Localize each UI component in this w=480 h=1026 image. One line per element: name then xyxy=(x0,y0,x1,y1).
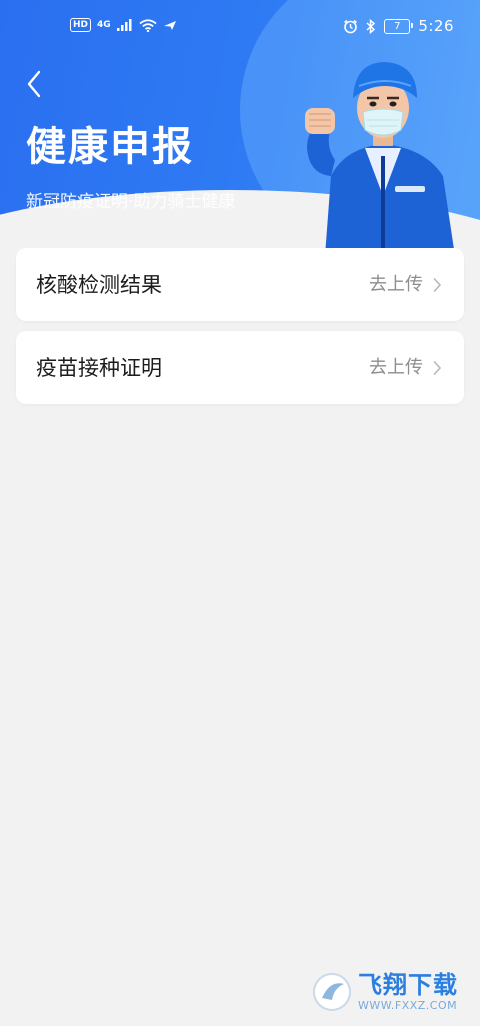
status-bar: HD 4G 7 5:26 xyxy=(0,0,480,56)
chevron-right-icon xyxy=(433,361,442,375)
wifi-icon xyxy=(139,18,157,32)
upload-label: 去上传 xyxy=(369,274,423,295)
watermark-cn: 飞翔下载 xyxy=(358,971,458,999)
upload-link[interactable]: 去上传 xyxy=(369,353,442,383)
watermark-text: 飞翔下载 WWW.FXXZ.COM xyxy=(358,973,458,1011)
upload-label: 去上传 xyxy=(369,357,423,378)
battery-icon: 7 xyxy=(384,18,414,34)
nucleic-acid-test-item[interactable]: 核酸检测结果 去上传 xyxy=(16,248,464,321)
chevron-right-icon xyxy=(433,278,442,292)
alarm-icon xyxy=(344,19,358,33)
status-time: 5:26 xyxy=(418,17,454,35)
battery-level: 7 xyxy=(394,20,401,32)
watermark: 飞翔下载 WWW.FXXZ.COM xyxy=(312,968,472,1016)
network-type: 4G xyxy=(97,20,111,30)
bluetooth-icon xyxy=(366,18,376,34)
signal-icon xyxy=(116,19,132,31)
watermark-en: WWW.FXXZ.COM xyxy=(358,999,458,1012)
vaccination-certificate-item[interactable]: 疫苗接种证明 去上传 xyxy=(16,331,464,404)
status-left: HD 4G xyxy=(70,18,177,32)
watermark-logo-icon xyxy=(313,973,351,1011)
hd-badge: HD xyxy=(70,18,92,32)
item-label: 核酸检测结果 xyxy=(36,273,162,297)
page-subtitle: 新冠防疫证明·助力骑士健康 xyxy=(26,192,236,212)
page-title: 健康申报 xyxy=(26,124,194,170)
screen: HD 4G 7 5:26 健康申报 新冠防疫证明·助力骑士健康 核酸检测结果 去… xyxy=(0,0,480,1026)
status-right: 7 5:26 xyxy=(343,17,454,35)
chevron-left-icon xyxy=(27,70,41,98)
item-label: 疫苗接种证明 xyxy=(36,356,162,380)
airplane-icon xyxy=(163,21,176,30)
upload-link[interactable]: 去上传 xyxy=(369,270,442,300)
back-button[interactable] xyxy=(14,64,54,104)
rider-mascot-illustration xyxy=(305,62,455,256)
